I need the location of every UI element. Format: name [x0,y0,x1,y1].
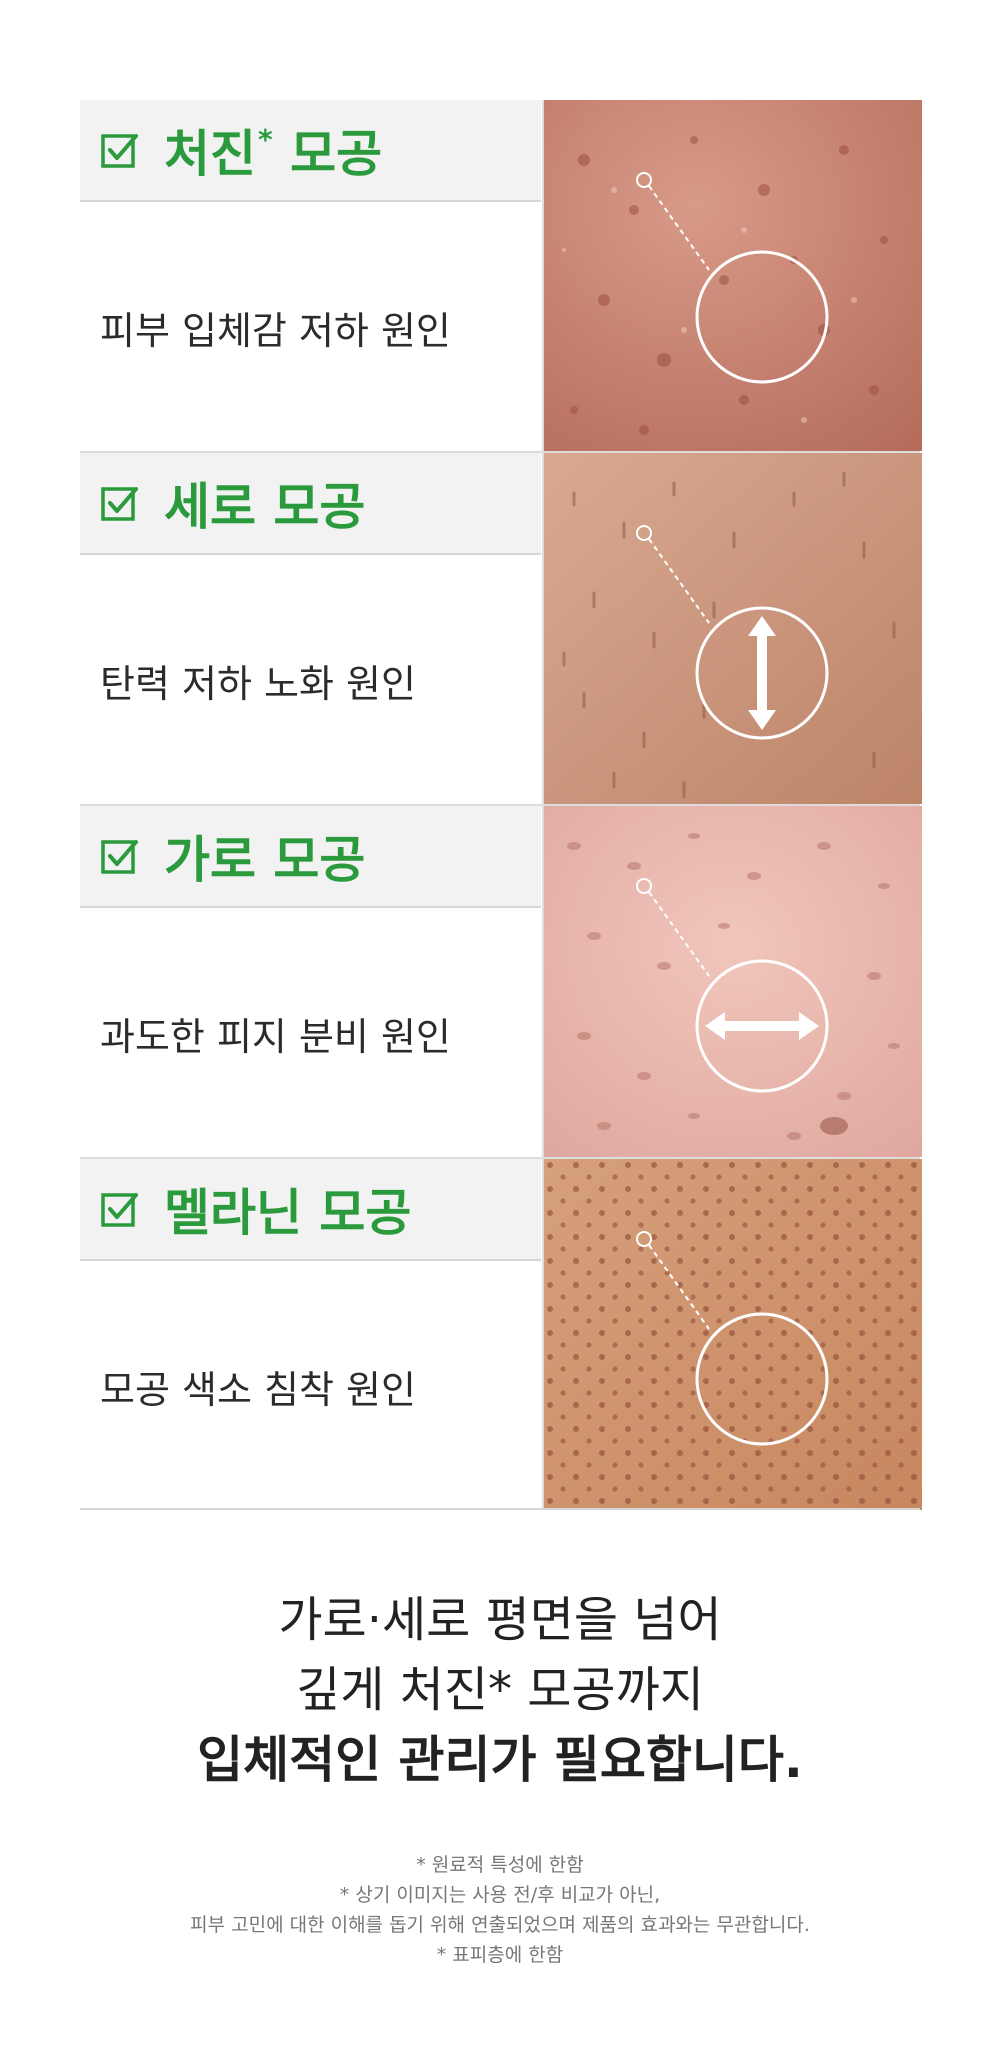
pore-row-vertical: 세로 모공 탄력 저하 노화 원인 [80,451,922,804]
headline-line-3: 입체적인 관리가 필요합니다. [197,1731,803,1789]
pore-description: 피부 입체감 저하 원인 [100,309,451,353]
pore-info: 멜라닌 모공 모공 색소 침착 원인 [80,1159,541,1510]
pore-info: 세로 모공 탄력 저하 노화 원인 [80,453,541,804]
skin-photo [542,453,922,804]
skin-photo [542,806,922,1157]
pore-header: 처진* 모공 [80,100,541,202]
pore-type-grid: 처진* 모공 피부 입체감 저하 원인 세로 모공 탄력 저하 노화 원인 가로… [80,100,922,1510]
pore-description: 탄력 저하 노화 원인 [100,662,416,706]
pore-title: 가로 모공 [164,831,366,889]
pore-title: 처진* 모공 [164,123,383,183]
pore-header: 세로 모공 [80,453,541,555]
skin-photo [542,1159,922,1510]
checkbox-checked-icon [101,1193,138,1227]
pore-title: 멜라닌 모공 [164,1184,412,1242]
footnote: * 표피층에 한함 [436,1944,564,1966]
pore-description: 과도한 피지 분비 원인 [100,1015,451,1059]
pore-info: 처진* 모공 피부 입체감 저하 원인 [80,100,541,451]
pore-row-horizontal: 가로 모공 과도한 피지 분비 원인 [80,804,922,1157]
pore-row-sagging: 처진* 모공 피부 입체감 저하 원인 [80,100,922,451]
pore-description: 모공 색소 침착 원인 [100,1368,416,1412]
headline-line-2: 깊게 처진* 모공까지 [296,1662,704,1718]
skin-photo [542,100,922,451]
headline-line-1: 가로·세로 평면을 넘어 [278,1592,722,1648]
pore-header: 멜라닌 모공 [80,1159,541,1261]
pore-header: 가로 모공 [80,806,541,908]
pore-row-melanin: 멜라닌 모공 모공 색소 침착 원인 [80,1157,922,1510]
checkbox-checked-icon [101,840,138,874]
checkbox-checked-icon [101,487,138,521]
pore-title: 세로 모공 [164,478,366,536]
grid-bottom-divider [80,1508,920,1510]
footnote: * 상기 이미지는 사용 전/후 비교가 아닌, [339,1884,661,1906]
pore-info: 가로 모공 과도한 피지 분비 원인 [80,806,541,1157]
footnote: * 원료적 특성에 한함 [416,1854,584,1876]
checkbox-checked-icon [101,134,138,168]
footnote: 피부 고민에 대한 이해를 돕기 위해 연출되었으며 제품의 효과와는 무관합니… [190,1914,810,1936]
